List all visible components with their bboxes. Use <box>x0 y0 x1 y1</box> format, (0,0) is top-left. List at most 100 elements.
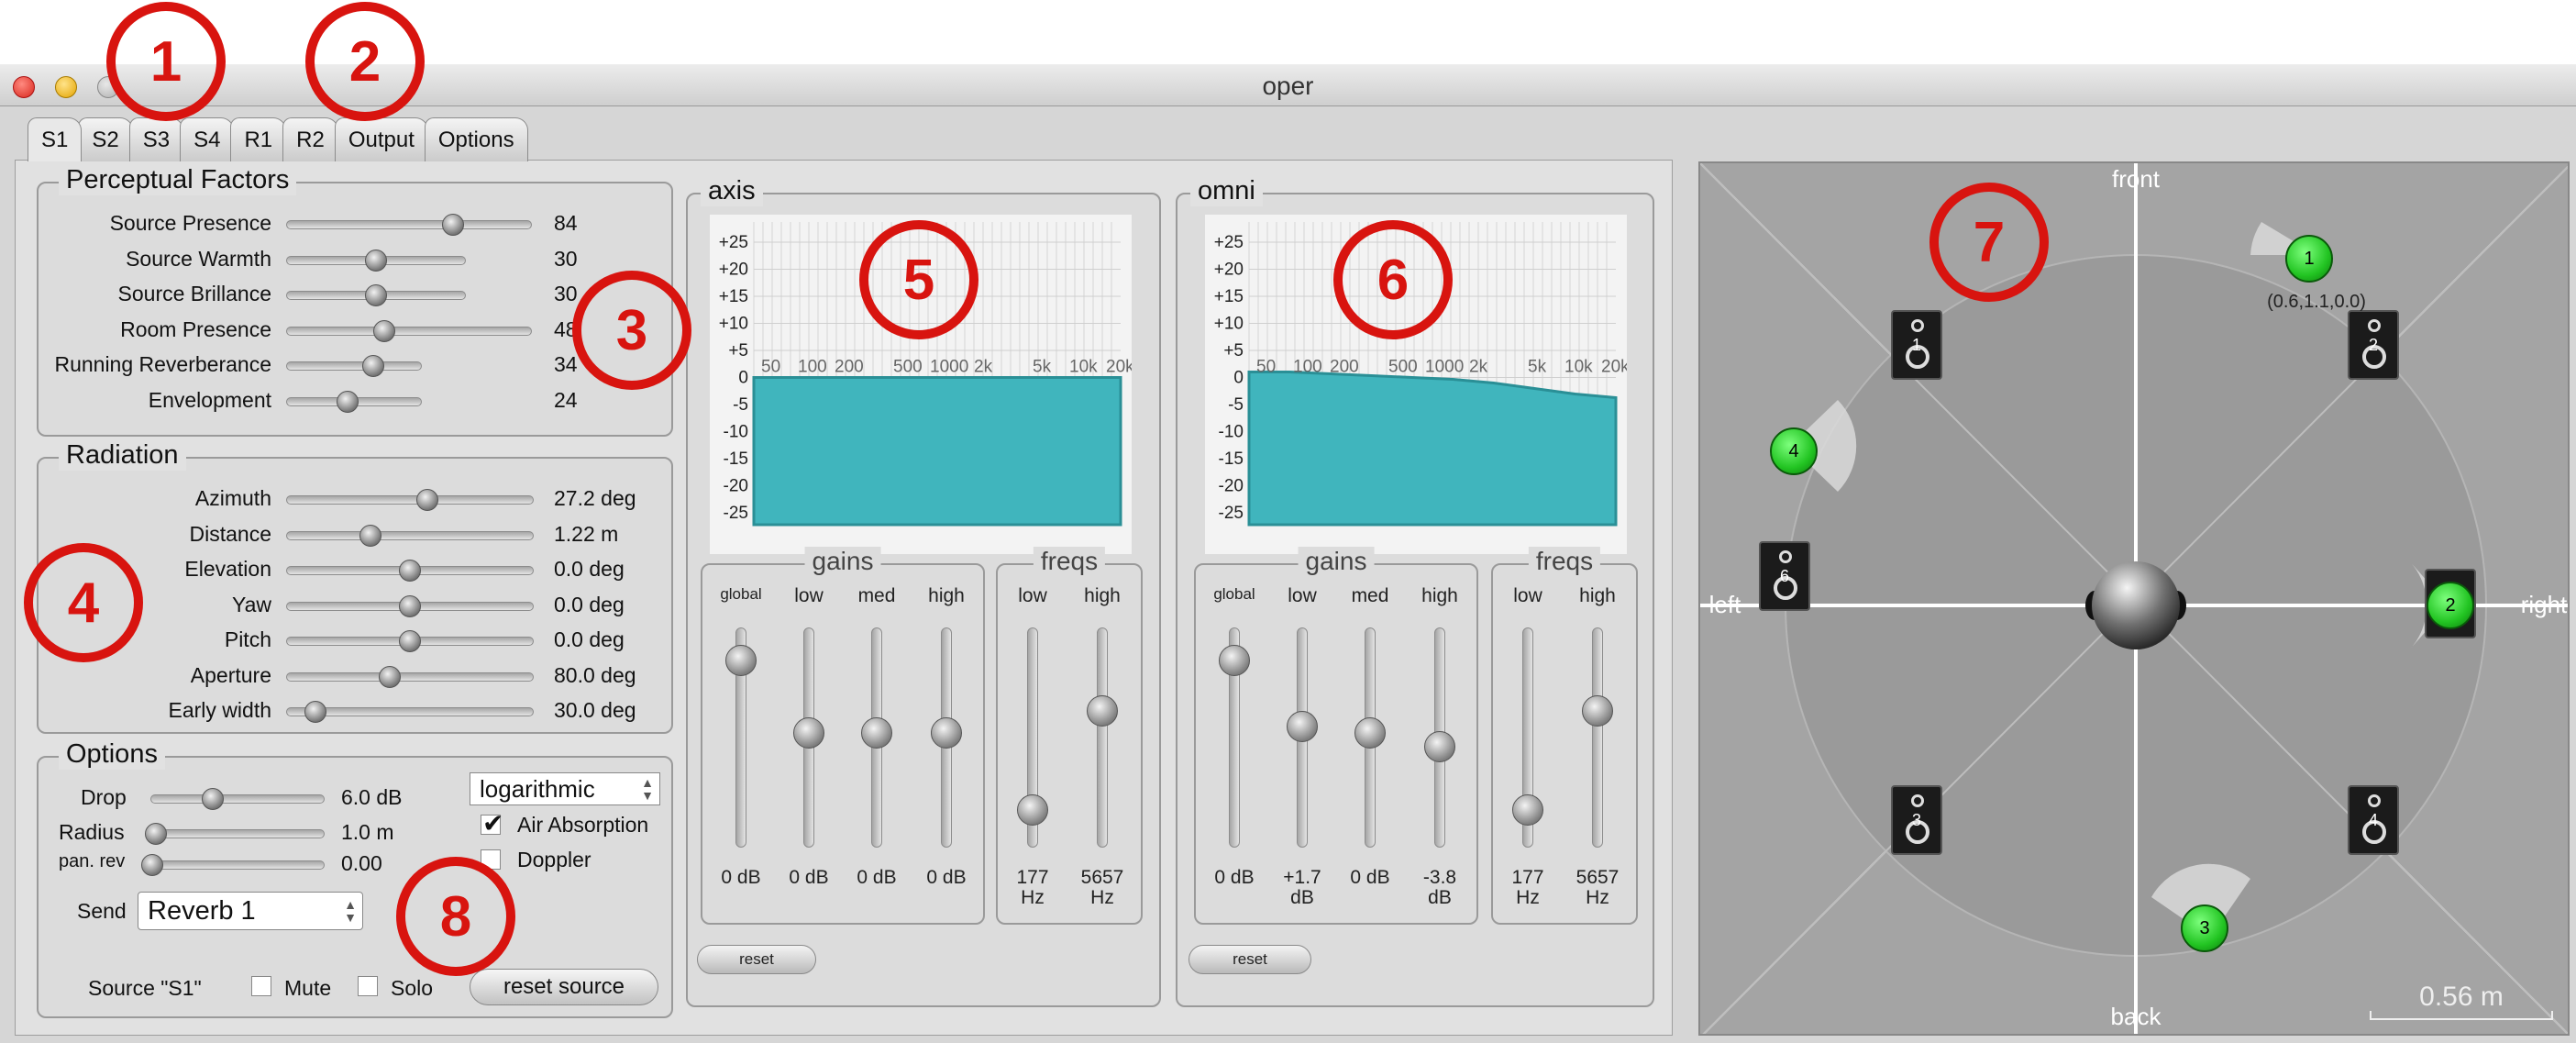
reset-source-button[interactable]: reset source <box>470 969 658 1005</box>
slider-knob[interactable] <box>415 489 438 511</box>
tab-output[interactable]: Output <box>334 117 428 161</box>
speaker-tweeter <box>1911 794 1924 807</box>
eq-y-tick: +20 <box>719 261 748 280</box>
slider-track[interactable] <box>286 671 534 682</box>
freq-slider-knob[interactable] <box>1512 794 1543 827</box>
mute-checkbox[interactable] <box>251 976 271 996</box>
slider-knob[interactable] <box>359 524 381 547</box>
gain-slider-knob[interactable] <box>931 717 962 749</box>
sound-source-marker[interactable]: 4 <box>1770 427 1818 475</box>
spatial-view[interactable]: front back left right 1 2 3 4 6 1 2 3 4 (0.6,1.… <box>1698 161 2570 1036</box>
slider-knob[interactable] <box>379 665 402 688</box>
slider-knob[interactable] <box>365 249 387 272</box>
slider-knob[interactable] <box>373 319 396 342</box>
slider-label: Envelopment <box>148 387 271 412</box>
slider-knob[interactable] <box>304 701 327 723</box>
annotation-marker-4: 4 <box>24 543 143 662</box>
annotation-marker-2: 2 <box>305 2 425 121</box>
annotation-marker-6: 6 <box>1333 220 1453 339</box>
omni-gains-group: gains global 0 dB low +1.7 dB med 0 dB high -3.… <box>1194 547 1478 925</box>
slider-track[interactable] <box>286 495 534 505</box>
sound-source-marker[interactable]: 2 <box>2427 582 2474 629</box>
freq-slider-knob[interactable] <box>1582 695 1613 727</box>
freq-label: high <box>1579 585 1616 606</box>
axis-freqs-title: freqs <box>1033 547 1106 576</box>
air-absorption-checkbox[interactable] <box>481 808 503 838</box>
slider-knob[interactable] <box>336 390 359 413</box>
send-select[interactable]: Reverb 1 ▲ ▼ <box>138 892 363 930</box>
gain-slider-knob[interactable] <box>861 717 892 749</box>
speaker-icon[interactable]: 3 <box>1891 785 1942 855</box>
attenuation-mode-value: logarithmic <box>480 774 595 803</box>
air-absorption-label: Air Absorption <box>517 813 649 837</box>
gain-slider-knob[interactable] <box>1424 730 1455 762</box>
speaker-icon[interactable]: 4 <box>2348 785 2399 855</box>
freq-value: 5657 Hz <box>1575 867 1620 908</box>
pan-rev-slider[interactable] <box>150 860 325 870</box>
tab-options[interactable]: Options <box>424 117 528 161</box>
eq-x-tick: 1000 <box>930 358 968 377</box>
eq-y-tick: -10 <box>724 423 748 442</box>
tab-r2[interactable]: R2 <box>282 117 338 161</box>
drop-slider[interactable] <box>150 794 325 804</box>
gain-label: high <box>1421 585 1458 606</box>
tab-r1[interactable]: R1 <box>230 117 287 161</box>
freq-slider-track[interactable] <box>1097 627 1108 848</box>
annotation-marker-8: 8 <box>396 857 515 976</box>
slider-track[interactable] <box>286 361 422 371</box>
slider-value: 0.0 deg <box>554 557 625 581</box>
sound-source-marker[interactable]: 3 <box>2181 904 2228 952</box>
slider-label: Aperture <box>190 662 271 687</box>
slider-knob[interactable] <box>361 355 384 377</box>
pan-rev-slider-knob[interactable] <box>141 854 163 876</box>
freq-slider-knob[interactable] <box>1087 695 1118 727</box>
slider-track[interactable] <box>286 530 534 540</box>
freq-slider-knob[interactable] <box>1017 794 1048 827</box>
tab-s3[interactable]: S3 <box>128 117 184 161</box>
slider-knob[interactable] <box>442 214 465 236</box>
slider-knob[interactable] <box>365 284 387 306</box>
eq-response-area <box>1247 371 1618 527</box>
gain-label: low <box>1288 585 1317 606</box>
tab-s1[interactable]: S1 <box>28 117 83 161</box>
axis-reset-button[interactable]: reset <box>697 945 816 974</box>
eq-x-tick: 200 <box>1330 358 1359 377</box>
eq-y-tick: -25 <box>1219 504 1244 523</box>
source-1-coords: (0.6,1.1,0.0) <box>2267 292 2366 312</box>
freq-label: low <box>1018 585 1047 606</box>
speaker-icon[interactable]: 6 <box>1759 541 1810 611</box>
gain-label: med <box>1351 585 1389 606</box>
gain-label: med <box>857 585 896 606</box>
freq-label: high <box>1084 585 1121 606</box>
radius-slider[interactable] <box>150 829 325 838</box>
gain-slider-knob[interactable] <box>793 717 824 749</box>
speaker-icon[interactable]: 2 <box>2348 310 2399 380</box>
listener-head[interactable] <box>2092 561 2180 649</box>
radius-slider-knob[interactable] <box>145 823 167 845</box>
slider-track[interactable] <box>286 326 532 336</box>
gain-slider-knob[interactable] <box>1219 645 1250 676</box>
tab-s2[interactable]: S2 <box>78 117 133 161</box>
attenuation-mode-select[interactable]: logarithmic ▲ ▼ <box>470 772 660 805</box>
eq-y-tick: -20 <box>1219 477 1244 496</box>
eq-x-tick: 50 <box>1256 358 1276 377</box>
eq-y-tick: -10 <box>1219 423 1244 442</box>
gain-slider-knob[interactable] <box>1354 717 1386 749</box>
slider-knob[interactable] <box>399 630 421 652</box>
slider-track[interactable] <box>286 220 532 229</box>
drop-slider-knob[interactable] <box>202 788 224 810</box>
sound-source-marker[interactable]: 1 <box>2285 235 2333 283</box>
omni-reset-button[interactable]: reset <box>1188 945 1311 974</box>
solo-checkbox[interactable] <box>358 976 378 996</box>
tab-s4[interactable]: S4 <box>180 117 235 161</box>
speaker-icon[interactable]: 1 <box>1891 310 1942 380</box>
gain-slider-knob[interactable] <box>725 645 757 676</box>
eq-y-tick: +20 <box>1214 261 1244 280</box>
pan-rev-value: 0.00 <box>341 851 382 875</box>
left-label: left <box>1708 591 1741 618</box>
slider-knob[interactable] <box>399 560 421 582</box>
freq-slider-track[interactable] <box>1592 627 1603 848</box>
slider-knob[interactable] <box>399 594 421 617</box>
gain-slider-knob[interactable] <box>1287 711 1318 742</box>
eq-x-tick: 1000 <box>1425 358 1464 377</box>
